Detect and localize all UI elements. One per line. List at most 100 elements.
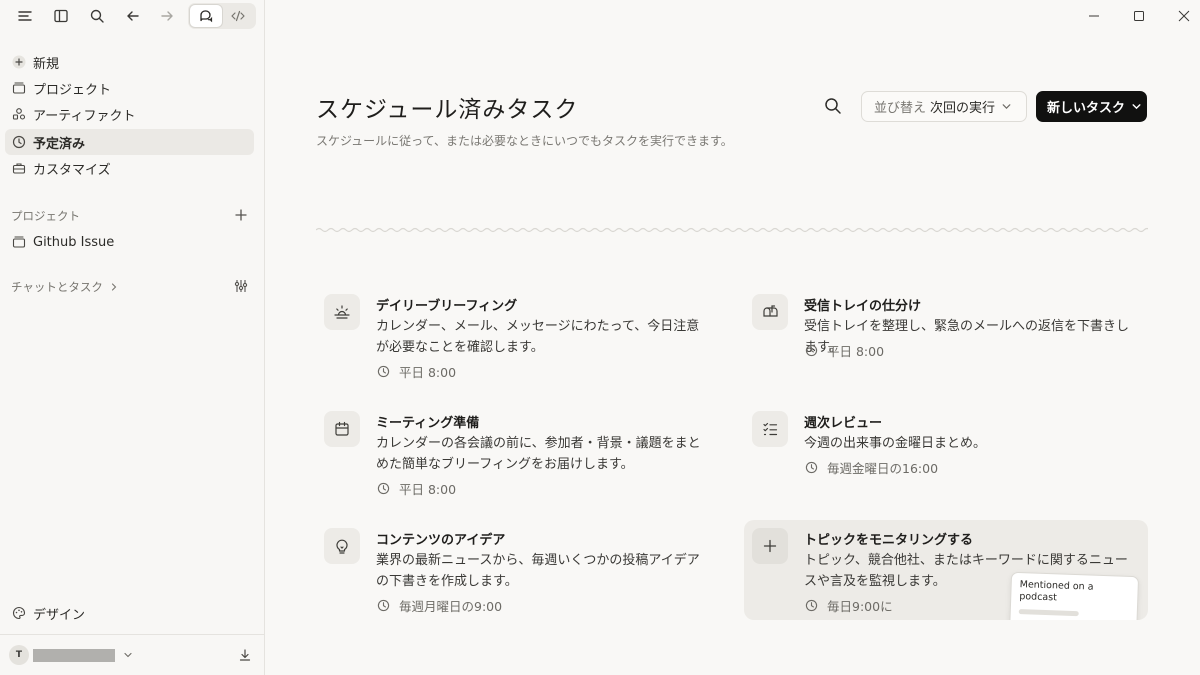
briefcase-icon (5, 155, 33, 181)
sidebar-item-github-issue[interactable]: Github Issue (5, 229, 254, 255)
avatar: T (9, 645, 29, 665)
clock-icon (804, 460, 819, 475)
page-subtitle: スケジュールに従って、または必要なときにいつでもタスクを実行できます。 (316, 134, 733, 148)
sunrise-icon (324, 294, 360, 330)
sidebar-item-label: 予定済み (33, 136, 86, 152)
checklist-icon (752, 411, 788, 447)
chevron-down-icon (1131, 101, 1142, 112)
sidebar-item-label: アーティファクト (33, 108, 136, 124)
sort-value: 次回の実行 (930, 101, 996, 116)
sort-dropdown[interactable]: 並び替え 次回の実行 (861, 91, 1027, 122)
search-icon[interactable] (820, 94, 846, 118)
card-schedule: 毎日9:00に (804, 596, 893, 615)
task-card-meeting-prep[interactable]: ミーティング準備 カレンダーの各会議の前に、参加者・背景・議題をまとめた簡単なブ… (316, 405, 720, 505)
preview-placeholder-line (1018, 609, 1079, 617)
card-schedule-text: 平日 8:00 (827, 344, 885, 359)
card-schedule: 毎週金曜日の16:00 (804, 458, 938, 477)
task-card-content-ideas[interactable]: コンテンツのアイデア 業界の最新ニュースから、毎週いくつかの投稿アイデアの下書き… (316, 522, 720, 622)
filter-icon[interactable] (230, 275, 252, 297)
mode-switcher (188, 3, 256, 29)
calendar-icon (324, 411, 360, 447)
card-schedule-text: 毎週金曜日の16:00 (827, 461, 939, 476)
sidebar-item-artifacts[interactable]: アーティファクト (5, 101, 254, 127)
user-name-redacted (33, 648, 115, 662)
sidebar: 新規 プロジェクト アーティファクト 予定済み カスタマイズ プロジェクト Gi… (0, 0, 265, 675)
download-icon[interactable] (235, 645, 255, 665)
task-card-daily-briefing[interactable]: デイリーブリーフィング カレンダー、メール、メッセージにわたって、今日注意が必要… (316, 288, 720, 388)
folder-icon (5, 75, 33, 101)
task-card-topic-monitoring[interactable]: トピックをモニタリングする トピック、競合他社、またはキーワードに関するニュース… (744, 520, 1148, 620)
sidebar-toggle-icon[interactable] (48, 4, 74, 28)
clock-icon (804, 343, 819, 358)
clock-icon (376, 364, 391, 379)
sidebar-item-projects[interactable]: プロジェクト (5, 75, 254, 101)
sidebar-item-label: カスタマイズ (33, 162, 111, 178)
card-schedule: 平日 8:00 (376, 362, 456, 381)
sidebar-item-design[interactable]: デザイン (5, 601, 254, 625)
mailbox-icon (752, 294, 788, 330)
folder-icon (5, 229, 33, 255)
card-schedule-text: 毎週月曜日の9:00 (399, 599, 503, 614)
card-schedule: 毎週月曜日の9:00 (376, 596, 502, 615)
code-mode-icon[interactable] (222, 5, 254, 27)
clock-icon (376, 598, 391, 613)
plus-icon (752, 528, 788, 564)
card-description: 業界の最新ニュースから、毎週いくつかの投稿アイデアの下書きを作成します。 (376, 553, 700, 589)
clock-icon (5, 129, 33, 155)
preview-text: Mentioned on a podcast (1019, 579, 1094, 604)
sort-label: 並び替え (874, 101, 927, 116)
clock-icon (376, 481, 391, 496)
wavy-divider (316, 227, 1148, 233)
projects-section-title: プロジェクト (11, 209, 80, 223)
card-description: カレンダー、メール、メッセージにわたって、今日注意が必要なことを確認します。 (376, 319, 700, 355)
sidebar-item-label: デザイン (33, 607, 86, 623)
divider (0, 634, 265, 635)
new-task-button[interactable]: 新しいタスク (1036, 91, 1147, 122)
add-project-icon[interactable] (230, 204, 252, 226)
sidebar-item-label: 新規 (33, 56, 60, 72)
card-title: 受信トレイの仕分け (804, 299, 922, 314)
sidebar-item-label: プロジェクト (33, 82, 112, 98)
card-schedule: 平日 8:00 (376, 479, 456, 498)
menu-icon[interactable] (12, 4, 38, 28)
preview-card: Mentioned on a podcast (1008, 571, 1140, 620)
maximize-icon[interactable] (1127, 4, 1151, 28)
artifact-icon (5, 101, 33, 127)
new-task-label: 新しいタスク (1047, 101, 1126, 116)
card-schedule-text: 平日 8:00 (399, 365, 457, 380)
card-title: デイリーブリーフィング (376, 299, 518, 314)
minimize-icon[interactable] (1082, 4, 1106, 28)
card-title: 週次レビュー (804, 416, 883, 431)
sidebar-item-scheduled[interactable]: 予定済み (5, 129, 254, 155)
chevron-down-icon (1001, 101, 1012, 112)
card-title: ミーティング準備 (376, 416, 480, 431)
page-title: スケジュール済みタスク (316, 97, 579, 123)
card-schedule: 平日 8:00 (804, 341, 884, 360)
task-card-weekly-review[interactable]: 週次レビュー 今週の出来事の金曜日まとめ。 毎週金曜日の16:00 (744, 405, 1148, 505)
search-icon[interactable] (84, 4, 110, 28)
sidebar-toolbar (0, 0, 265, 34)
card-schedule-text: 平日 8:00 (399, 482, 457, 497)
card-title: トピックをモニタリングする (804, 533, 974, 548)
card-title: コンテンツのアイデア (376, 533, 506, 548)
chevron-right-icon (109, 282, 119, 292)
card-description: カレンダーの各会議の前に、参加者・背景・議題をまとめた簡単なブリーフィングをお届… (376, 436, 701, 472)
sidebar-item-new[interactable]: 新規 (5, 49, 254, 75)
chevron-down-icon (121, 648, 135, 662)
card-schedule-text: 毎日9:00に (827, 599, 893, 614)
sidebar-item-customize[interactable]: カスタマイズ (5, 155, 254, 181)
chat-mode-icon[interactable] (190, 5, 222, 27)
palette-icon (5, 601, 33, 625)
forward-icon[interactable] (154, 4, 180, 28)
card-description: 今週の出来事の金曜日まとめ。 (804, 436, 987, 451)
sidebar-item-label: Github Issue (33, 234, 115, 250)
back-icon[interactable] (120, 4, 146, 28)
chats-section-label: チャットとタスク (11, 280, 103, 294)
user-menu[interactable]: T (9, 644, 259, 666)
chats-section-title[interactable]: チャットとタスク (11, 279, 119, 295)
clock-icon (804, 598, 819, 613)
task-card-inbox-triage[interactable]: 受信トレイの仕分け 受信トレイを整理し、緊急のメールへの返信を下書きします。 平… (744, 288, 1148, 388)
lightbulb-icon (324, 528, 360, 564)
close-icon[interactable] (1172, 4, 1196, 28)
plus-icon (5, 49, 33, 75)
